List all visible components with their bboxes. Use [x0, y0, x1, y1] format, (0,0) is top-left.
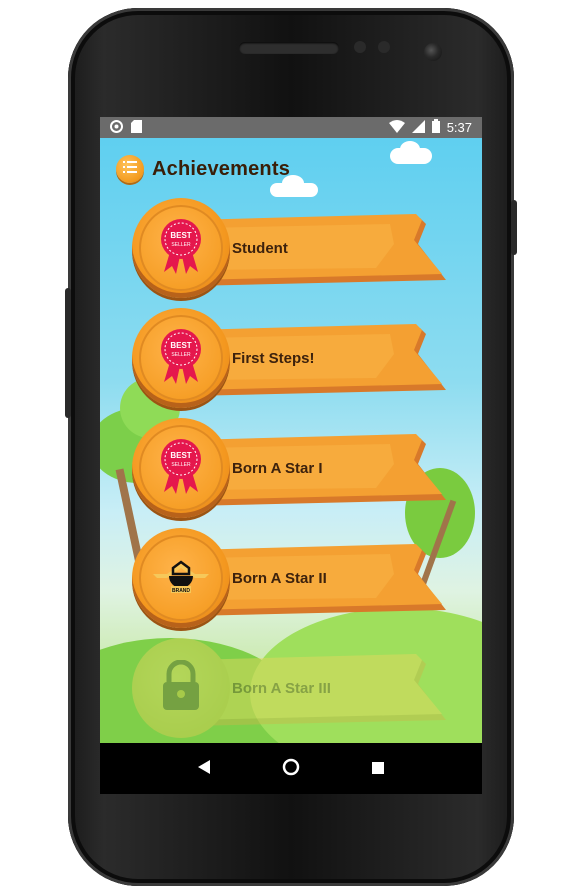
menu-icon [123, 160, 137, 178]
achievement-medal: BRAND [132, 528, 230, 628]
home-icon [282, 758, 300, 779]
best-seller-badge-icon: BEST SELLER [158, 328, 204, 389]
recents-icon [372, 761, 385, 777]
app-header: Achievements [116, 155, 290, 183]
achievement-label: Born A Star I [232, 460, 323, 477]
achievement-item-first-steps[interactable]: BEST SELLER First Steps! [132, 308, 452, 408]
achievement-label: Born A Star II [232, 570, 327, 587]
emblem-badge-icon: BRAND [153, 556, 209, 601]
wifi-icon [388, 119, 405, 136]
signal-icon [411, 119, 425, 136]
achievement-medal: BEST SELLER [132, 418, 230, 518]
achievement-item-born-a-star-3[interactable]: Born A Star III [132, 638, 452, 738]
achievement-label: First Steps! [232, 350, 315, 367]
sensor-dot [354, 41, 366, 53]
front-camera [424, 43, 442, 61]
achievement-medal: BEST SELLER [132, 308, 230, 408]
status-time: 5:37 [446, 120, 472, 135]
svg-text:BEST: BEST [170, 231, 191, 240]
battery-icon [431, 119, 440, 136]
recents-button[interactable] [363, 754, 393, 784]
back-icon [197, 760, 210, 777]
earpiece-speaker [239, 42, 339, 54]
best-seller-badge-icon: BEST SELLER [158, 438, 204, 499]
achievement-item-born-a-star-1[interactable]: BEST SELLER Born A Star I [132, 418, 452, 518]
volume-button [65, 288, 71, 418]
phone-screen: 5:37 Achievements BEST SELLER Student BE… [100, 117, 482, 794]
android-nav-bar [100, 743, 482, 794]
power-button [511, 200, 517, 255]
page-title: Achievements [152, 157, 291, 180]
svg-text:SELLER: SELLER [171, 242, 191, 248]
sensor-dot [378, 41, 390, 53]
back-button[interactable] [189, 754, 219, 784]
svg-text:SELLER: SELLER [171, 462, 191, 468]
svg-text:SELLER: SELLER [171, 352, 191, 358]
achievement-label: Student [232, 240, 288, 257]
achievement-medal: BEST SELLER [132, 198, 230, 298]
svg-text:BEST: BEST [170, 341, 191, 350]
achievement-medal [132, 638, 230, 738]
status-bar: 5:37 [100, 117, 482, 138]
lock-icon [159, 659, 203, 717]
achievement-label: Born A Star III [232, 680, 331, 697]
svg-text:BRAND: BRAND [172, 588, 190, 594]
achievement-item-student[interactable]: BEST SELLER Student [132, 198, 452, 298]
achievements-screen[interactable]: Achievements BEST SELLER Student BEST SE… [100, 138, 482, 743]
menu-button[interactable] [116, 155, 144, 183]
achievement-item-born-a-star-2[interactable]: BRAND Born A Star II [132, 528, 452, 628]
home-button[interactable] [276, 754, 306, 784]
circle-notification-icon [110, 120, 123, 136]
svg-text:BEST: BEST [170, 451, 191, 460]
sd-card-icon [131, 120, 142, 136]
best-seller-badge-icon: BEST SELLER [158, 218, 204, 279]
cloud [400, 141, 420, 157]
